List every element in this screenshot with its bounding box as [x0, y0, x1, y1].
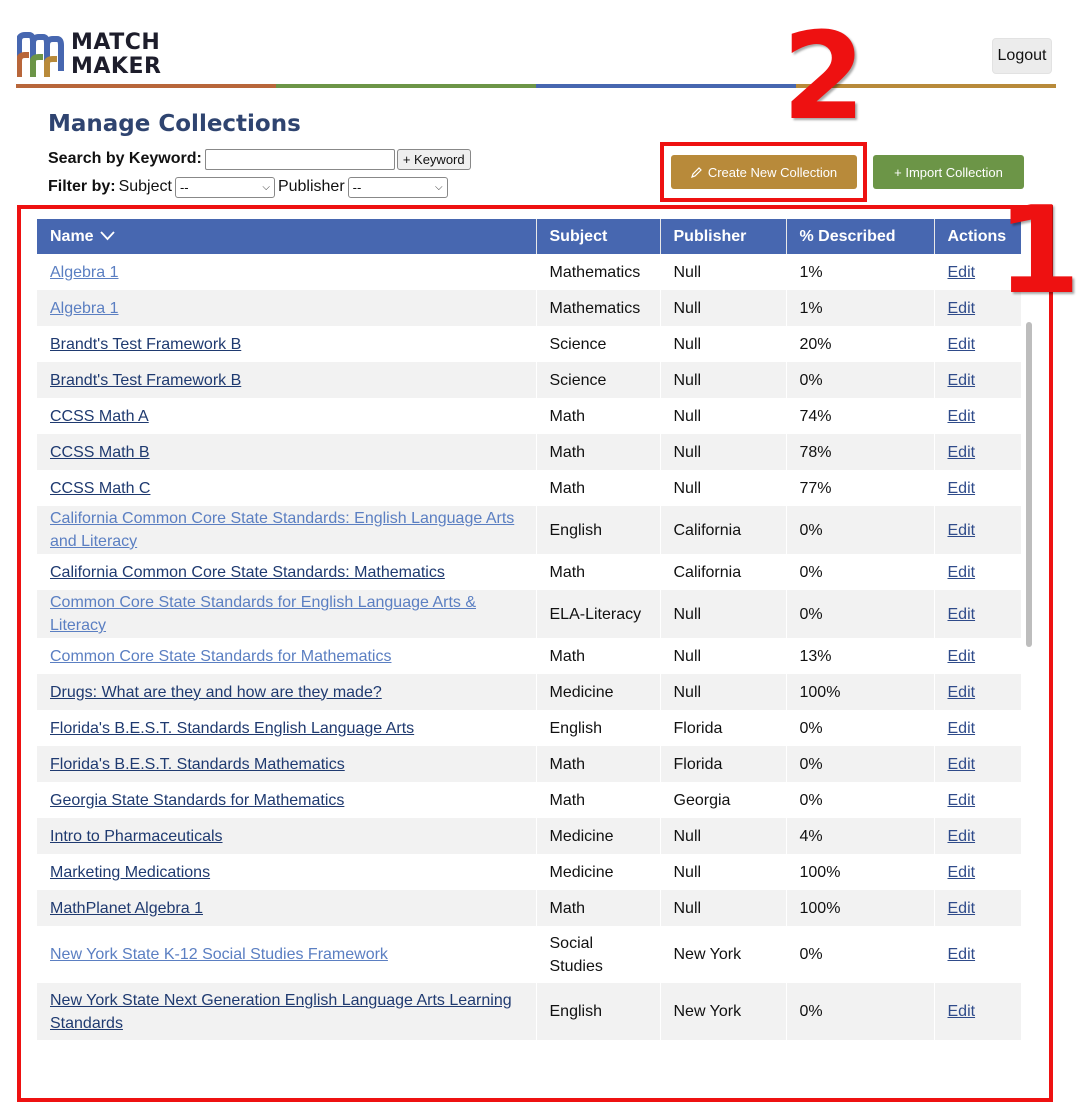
subject-filter-label: Subject [118, 178, 172, 195]
filter-row: Filter by: Subject -- ⌵ Publisher -- ⌵ [48, 176, 471, 198]
logo-line-2: MAKER [71, 54, 162, 79]
search-label: Search by Keyword: [48, 150, 202, 167]
publisher-filter-label: Publisher [277, 178, 345, 195]
publisher-select[interactable]: -- ⌵ [347, 176, 448, 198]
subject-select[interactable]: -- ⌵ [174, 176, 275, 198]
logout-button[interactable]: Logout [992, 38, 1052, 74]
logo-line-1: MATCH [71, 30, 161, 55]
header-color-rule [16, 84, 1056, 88]
filter-panel: Search by Keyword: + Keyword Filter by: … [48, 148, 471, 204]
keyword-input[interactable] [204, 148, 395, 170]
add-keyword-button[interactable]: + Keyword [396, 148, 471, 170]
publisher-select-value: -- [352, 179, 362, 195]
rule-segment-3 [536, 84, 796, 88]
matchmaker-logo: MATCH MAKER [17, 31, 182, 81]
subject-select-value: -- [179, 179, 189, 195]
annotation-box-create-button [660, 142, 867, 202]
search-row: Search by Keyword: + Keyword [48, 148, 471, 170]
chevron-down-icon: ⌵ [262, 181, 270, 193]
annotation-box-table [17, 205, 1053, 1102]
logo-wordmark: MATCH MAKER [71, 31, 161, 79]
annotation-number-2: 2 [782, 8, 866, 147]
annotation-number-1: 1 [997, 182, 1081, 321]
rule-segment-2 [276, 84, 536, 88]
filter-label: Filter by: [48, 178, 116, 195]
page-title: Manage Collections [48, 111, 301, 137]
chevron-down-icon: ⌵ [435, 181, 443, 193]
logo-mark-icon [17, 32, 64, 77]
rule-segment-1 [16, 84, 276, 88]
